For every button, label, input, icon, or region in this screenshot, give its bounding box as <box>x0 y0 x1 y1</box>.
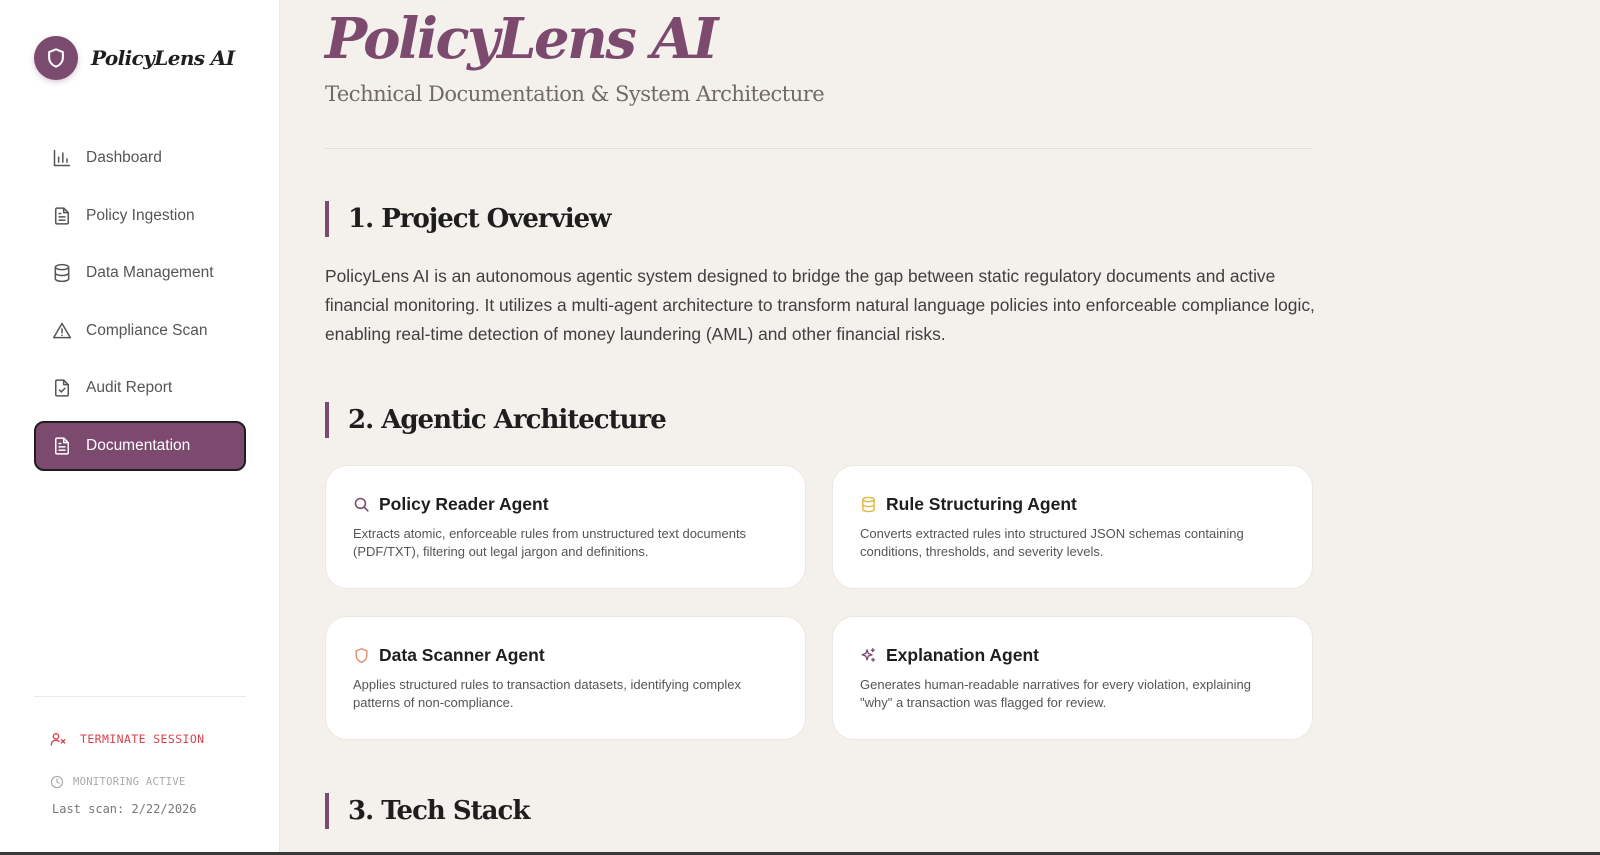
sidebar-item-label: Audit Report <box>86 379 173 396</box>
bar-chart-icon <box>52 148 72 168</box>
sidebar-item-label: Data Management <box>86 264 214 281</box>
database-icon <box>52 263 72 283</box>
file-text-icon <box>52 436 72 456</box>
section-heading-architecture: 2. Agentic Architecture <box>325 402 667 438</box>
sidebar-nav: Dashboard Policy Ingestion Data Manageme… <box>34 133 246 478</box>
agent-card-title: Data Scanner Agent <box>379 645 545 665</box>
agent-card-description: Generates human-readable narratives for … <box>860 677 1251 710</box>
search-icon <box>353 496 370 513</box>
database-icon <box>860 496 877 513</box>
overview-paragraph: PolicyLens AI is an autonomous agentic s… <box>325 266 1315 344</box>
sidebar-item-compliance-scan[interactable]: Compliance Scan <box>34 306 246 356</box>
brand-name: PolicyLens AI <box>91 46 235 70</box>
agent-card-rule-structuring: Rule Structuring Agent Converts extracte… <box>832 465 1313 589</box>
page-subtitle: Technical Documentation & System Archite… <box>325 82 825 106</box>
clock-icon <box>50 775 64 789</box>
page-title: PolicyLens AI <box>325 6 719 72</box>
sidebar-item-audit-report[interactable]: Audit Report <box>34 363 246 413</box>
agent-card-explanation: Explanation Agent Generates human-readab… <box>832 616 1313 740</box>
sidebar-item-policy-ingestion[interactable]: Policy Ingestion <box>34 191 246 241</box>
sidebar: PolicyLens AI Dashboard Policy Ingestion <box>0 0 280 855</box>
shield-icon <box>353 647 370 664</box>
sparkles-icon <box>860 647 877 664</box>
sidebar-item-data-management[interactable]: Data Management <box>34 248 246 298</box>
agent-card-policy-reader: Policy Reader Agent Extracts atomic, enf… <box>325 465 806 589</box>
last-scan-text: Last scan: 2/22/2026 <box>52 802 197 816</box>
terminate-session-button[interactable]: TERMINATE SESSION <box>50 731 205 747</box>
sidebar-item-label: Policy Ingestion <box>86 206 195 224</box>
agent-card-title: Policy Reader Agent <box>379 494 549 514</box>
user-x-icon <box>50 731 66 747</box>
terminate-session-label: TERMINATE SESSION <box>80 732 205 746</box>
header-divider <box>325 148 1313 149</box>
sidebar-item-dashboard[interactable]: Dashboard <box>34 133 246 183</box>
agent-card-description: Extracts atomic, enforceable rules from … <box>353 526 747 559</box>
section-heading-overview: 1. Project Overview <box>325 201 612 237</box>
sidebar-item-label: Compliance Scan <box>86 321 208 339</box>
agent-card-description: Applies structured rules to transaction … <box>353 677 742 710</box>
monitoring-status: MONITORING ACTIVE <box>50 775 186 789</box>
sidebar-divider <box>34 696 246 697</box>
sidebar-item-label: Documentation <box>86 436 191 454</box>
shield-logo-icon <box>34 36 78 80</box>
agent-card-description: Converts extracted rules into structured… <box>860 526 1244 559</box>
file-check-icon <box>52 378 72 398</box>
agent-card-title: Rule Structuring Agent <box>886 494 1077 514</box>
alert-triangle-icon <box>52 321 72 341</box>
sidebar-item-label: Dashboard <box>86 149 162 166</box>
section-heading-tech-stack: 3. Tech Stack <box>325 793 530 829</box>
brand[interactable]: PolicyLens AI <box>34 36 235 80</box>
sidebar-item-documentation[interactable]: Documentation <box>34 420 246 471</box>
monitoring-label: MONITORING ACTIVE <box>73 776 186 788</box>
agent-card-data-scanner: Data Scanner Agent Applies structured ru… <box>325 616 806 740</box>
file-text-icon <box>52 206 72 226</box>
agent-card-title: Explanation Agent <box>886 645 1039 665</box>
